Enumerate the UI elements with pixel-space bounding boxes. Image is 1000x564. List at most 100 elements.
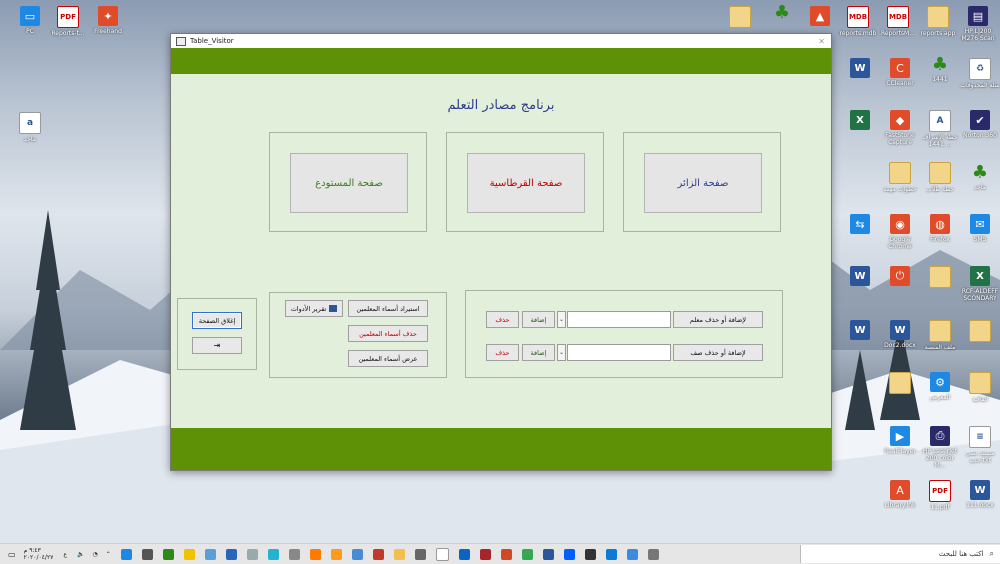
- desktop-icon-tree-top[interactable]: ♣: [762, 2, 802, 24]
- desktop-icon-freehand[interactable]: ✦ Freehand: [88, 6, 128, 35]
- desktop-icon-excel1[interactable]: X: [840, 110, 880, 132]
- desktop-icon-word2[interactable]: W: [840, 266, 880, 288]
- taskbar-app-icon[interactable]: [288, 548, 300, 560]
- desktop-icon-folder-mid[interactable]: [920, 266, 960, 290]
- taskbar-powerpoint-icon[interactable]: [500, 548, 512, 560]
- desktop-icon-word3[interactable]: W: [840, 320, 880, 342]
- taskbar-outlook-icon[interactable]: [458, 548, 470, 560]
- add-class-button[interactable]: إضافة: [522, 344, 555, 361]
- desktop-icon-steps[interactable]: خطوات مهمة: [880, 162, 920, 193]
- teacher-combo-input[interactable]: [567, 311, 671, 328]
- delete-class-button[interactable]: حذف: [486, 344, 519, 361]
- desktop-icon-platform[interactable]: ملف المنصة: [920, 320, 960, 351]
- network-icon[interactable]: ◔: [92, 551, 97, 558]
- taskbar-app-icon[interactable]: [162, 548, 174, 560]
- taskbar-norton-icon[interactable]: [183, 548, 195, 560]
- show-teacher-names-button[interactable]: عرض أسماء المعلمين: [348, 350, 428, 367]
- word-icon: W: [890, 320, 910, 340]
- taskbar-app-icon[interactable]: [351, 548, 363, 560]
- desktop-icon-firefox[interactable]: ◍ Firefox: [920, 214, 960, 243]
- delete-teacher-button[interactable]: حذف: [486, 311, 519, 328]
- app-icon: ▲: [810, 6, 830, 26]
- close-icon[interactable]: ✕: [818, 37, 825, 46]
- import-teacher-names-button[interactable]: استيراد أسماء المعلمين: [348, 300, 428, 317]
- desktop-icon-pc[interactable]: ▭ PC: [10, 6, 50, 35]
- desktop-icon-111docx[interactable]: W 111.docx: [960, 480, 1000, 509]
- desktop-icon-reports[interactable]: PDF Reports-t...: [48, 6, 88, 37]
- desktop-icon-reportsm[interactable]: MDB ReportsM...: [878, 6, 918, 37]
- taskbar-word-icon[interactable]: [542, 548, 554, 560]
- taskbar-explorer-icon[interactable]: [626, 548, 638, 560]
- desktop-icon-rcf[interactable]: X RCF-ALDEFF SCONDARY: [960, 266, 1000, 302]
- desktop-icon-norton[interactable]: ✔ Norton 360: [960, 110, 1000, 139]
- visitor-page-button[interactable]: صفحة الزائر: [644, 153, 762, 213]
- taskbar-edge-icon[interactable]: [605, 548, 617, 560]
- desktop-icon-sms[interactable]: ✉ SMS: [960, 214, 1000, 243]
- desktop-icon-recycle-bin[interactable]: ♻ سلة المحذوفات: [960, 58, 1000, 89]
- add-teacher-button[interactable]: إضافة: [522, 311, 555, 328]
- taskbar-search-box[interactable]: اكتب هنا للبحث ⌕: [800, 545, 1000, 563]
- language-indicator[interactable]: ع: [63, 551, 67, 558]
- desktop-icon-teamviewer[interactable]: ⇆: [840, 214, 880, 236]
- teamviewer-icon: ⇆: [850, 214, 870, 234]
- taskbar-clock[interactable]: ٩:٤٣ م ٢٠٢٠/٠٤/٢٧: [24, 547, 54, 561]
- class-combo-chevron-down-icon[interactable]: ⌄: [557, 344, 566, 361]
- notification-icon[interactable]: ▭: [8, 550, 16, 559]
- taskbar-store-icon[interactable]: [584, 548, 596, 560]
- taskbar-app-icon[interactable]: [246, 548, 258, 560]
- taskbar-app-icon[interactable]: [267, 548, 279, 560]
- taskbar-dropbox-icon[interactable]: [563, 548, 575, 560]
- desktop-icon-reports-mdb[interactable]: MDB reports.mdb: [838, 6, 878, 37]
- desktop-icon-app-top[interactable]: ▲: [800, 6, 840, 28]
- desktop-icon-hp-scan[interactable]: ▤ HP LJ200 M276 Scan: [958, 6, 998, 42]
- desktop-icon-reports-app[interactable]: reports app: [918, 6, 958, 37]
- desktop-icon-folder-r[interactable]: [960, 320, 1000, 344]
- taskbar-app-icon[interactable]: [204, 548, 216, 560]
- taskbar-chrome-icon[interactable]: [521, 548, 533, 560]
- chevron-up-icon[interactable]: ⌃: [106, 551, 111, 558]
- close-page-button[interactable]: إغلاق الصفحة: [192, 312, 242, 329]
- taskbar-mail-icon[interactable]: [414, 548, 426, 560]
- tools-report-button[interactable]: تقرير الأدوات: [285, 300, 343, 317]
- warehouse-page-button[interactable]: صفحة المستودع: [290, 153, 408, 213]
- stationery-page-button[interactable]: صفحة القرطاسية: [467, 153, 585, 213]
- desktop-icon-majed[interactable]: a ماجد: [10, 112, 50, 143]
- speaker-icon[interactable]: 🔈: [77, 551, 84, 558]
- taskbar-task-view-icon[interactable]: [647, 548, 659, 560]
- desktop-icon-library[interactable]: A Library.lnk: [880, 480, 920, 509]
- desktop-icon-folder-hp[interactable]: [880, 372, 920, 396]
- taskbar-app-icon[interactable]: [141, 548, 153, 560]
- add-delete-teacher-button[interactable]: لإضافة أو حذف معلم: [673, 311, 763, 328]
- delete-teacher-names-button[interactable]: حذف أسماء المعلمين: [348, 325, 428, 342]
- desktop-icon-textfile[interactable]: ≡ مستند نصي جديد.txt: [960, 426, 1000, 464]
- add-delete-class-button[interactable]: لإضافة أو حذف صف: [673, 344, 763, 361]
- desktop-icon-chrome[interactable]: ◉ Google Chrome: [880, 214, 920, 250]
- taskbar-app-icon[interactable]: [435, 547, 449, 561]
- taskbar-firefox-icon[interactable]: [309, 548, 321, 560]
- desktop-icon-agreement[interactable]: اتفاقية: [960, 372, 1000, 403]
- desktop-icon-11pdf[interactable]: PDF 11.pdf: [920, 480, 960, 511]
- window-titlebar[interactable]: Table_Visitor ✕: [171, 34, 831, 48]
- desktop-icon-faststone[interactable]: ◆ FastStone Capture: [880, 110, 920, 146]
- desktop-icon-doc2[interactable]: W Doc2.docx: [880, 320, 920, 349]
- taskbar-access-icon[interactable]: [479, 548, 491, 560]
- desktop-icon-hp-laserjet[interactable]: ⎙ HP LaserJet 200 color M...: [920, 426, 960, 469]
- desktop-icon-majed-tree[interactable]: ♣ ماجد: [960, 162, 1000, 192]
- desktop-icon-plan-1441[interactable]: A خطة الإشراف 1441 ...: [920, 110, 960, 148]
- desktop-icon-students-plan[interactable]: خطة طلاب: [920, 162, 960, 193]
- taskbar-folder-icon[interactable]: [393, 548, 405, 560]
- desktop-icon-gallery[interactable]: ⚙ المعرض: [920, 372, 960, 401]
- desktop-icon-ccleaner[interactable]: C CCleaner: [880, 58, 920, 87]
- exit-button[interactable]: ⇥: [192, 337, 242, 354]
- desktop-icon-realplayer[interactable]: ▶ RealPlayer: [880, 426, 920, 455]
- teacher-combo-chevron-down-icon[interactable]: ⌄: [557, 311, 566, 328]
- taskbar-app-icon[interactable]: [225, 548, 237, 560]
- desktop-icon-word1[interactable]: W: [840, 58, 880, 80]
- desktop-icon-folder-top[interactable]: [720, 6, 760, 30]
- desktop-icon-1441[interactable]: ♣ 1441: [920, 54, 960, 84]
- desktop-icon-app-red[interactable]: ⏻: [880, 266, 920, 288]
- taskbar-firefox-icon[interactable]: [330, 548, 342, 560]
- class-combo-input[interactable]: [567, 344, 671, 361]
- taskbar-app-icon[interactable]: [120, 548, 132, 560]
- taskbar-app-icon[interactable]: [372, 548, 384, 560]
